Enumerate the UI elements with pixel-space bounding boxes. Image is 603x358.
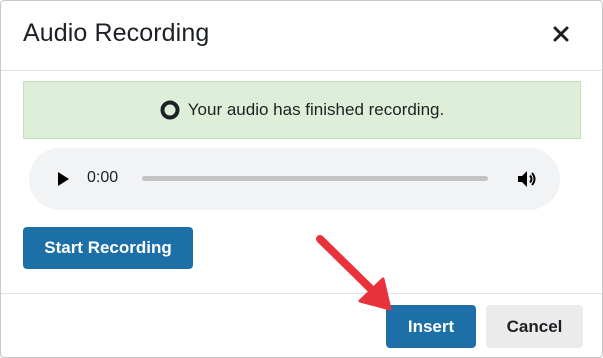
alert-message: Your audio has finished recording. [187,100,445,119]
success-alert: Your audio has finished recording. [23,81,581,139]
audio-recording-dialog: Audio Recording Your audio has finished … [0,0,603,358]
play-icon [58,172,69,186]
cancel-button[interactable]: Cancel [486,305,583,348]
close-icon [553,26,569,42]
start-recording-button[interactable]: Start Recording [23,227,193,269]
current-time: 0:00 [87,169,119,186]
ring-icon [160,100,180,120]
play-button[interactable] [53,169,73,189]
insert-button[interactable]: Insert [386,305,476,348]
close-button[interactable] [548,21,574,47]
progress-slider[interactable] [142,176,488,181]
volume-button[interactable] [516,168,538,190]
dialog-title: Audio Recording [23,19,210,47]
audio-player: 0:00 [29,148,560,210]
volume-icon [518,171,536,187]
dialog-header: Audio Recording [1,1,602,71]
